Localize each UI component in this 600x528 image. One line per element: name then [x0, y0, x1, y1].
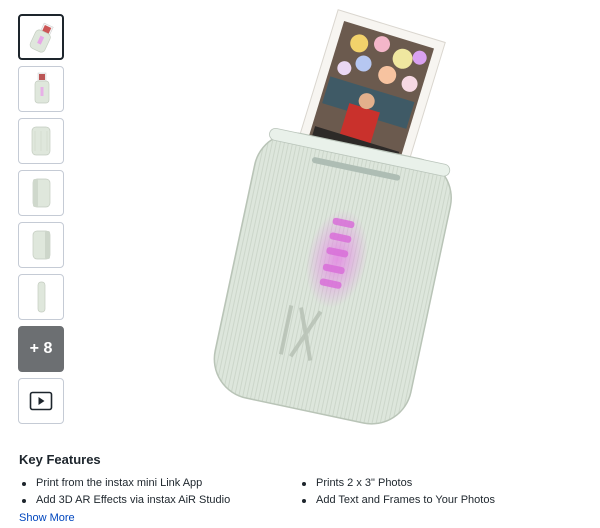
bullet-icon: [302, 481, 306, 486]
features-list: Print from the instax mini Link App Prin…: [19, 476, 589, 508]
more-images-button[interactable]: + 8: [18, 326, 64, 372]
printer-thumbnail-image: [34, 72, 50, 104]
bullet-icon: [22, 481, 26, 486]
printer-thumbnail-image: [32, 230, 51, 260]
thumbnail-6[interactable]: [18, 274, 64, 320]
feature-text: Add 3D AR Effects via instax AiR Studio: [36, 494, 231, 506]
printer-thumbnail-image: [32, 178, 51, 208]
thumbnail-1[interactable]: [18, 14, 64, 60]
show-more-link[interactable]: Show More: [19, 512, 75, 524]
feature-item: Prints 2 x 3" Photos: [299, 476, 579, 491]
main-product-image[interactable]: [150, 0, 480, 440]
more-images-count: + 8: [29, 340, 53, 357]
thumbnail-gallery: + 8: [18, 14, 66, 430]
feature-item: Add 3D AR Effects via instax AiR Studio: [19, 493, 299, 508]
feature-text: Print from the instax mini Link App: [36, 477, 203, 489]
printer-thumbnail-image: [29, 22, 54, 53]
bullet-icon: [302, 498, 306, 503]
printer-body: [213, 127, 452, 425]
bullet-icon: [22, 498, 26, 503]
feature-item: Print from the instax mini Link App: [19, 476, 299, 491]
thumbnail-5[interactable]: [18, 222, 64, 268]
key-features-section: Key Features Print from the instax mini …: [19, 452, 589, 526]
thumbnail-3[interactable]: [18, 118, 64, 164]
thumbnail-4[interactable]: [18, 170, 64, 216]
feature-text: Add Text and Frames to Your Photos: [316, 494, 495, 506]
printer-thumbnail-image: [31, 126, 51, 156]
printer-thumbnail-image: [37, 281, 46, 313]
printer-image: [213, 9, 452, 425]
feature-text: Prints 2 x 3" Photos: [316, 477, 413, 489]
video-thumbnail[interactable]: [18, 378, 64, 424]
key-features-title: Key Features: [19, 452, 101, 467]
feature-item: Add Text and Frames to Your Photos: [299, 493, 579, 508]
thumbnail-2[interactable]: [18, 66, 64, 112]
play-icon: [29, 391, 53, 411]
